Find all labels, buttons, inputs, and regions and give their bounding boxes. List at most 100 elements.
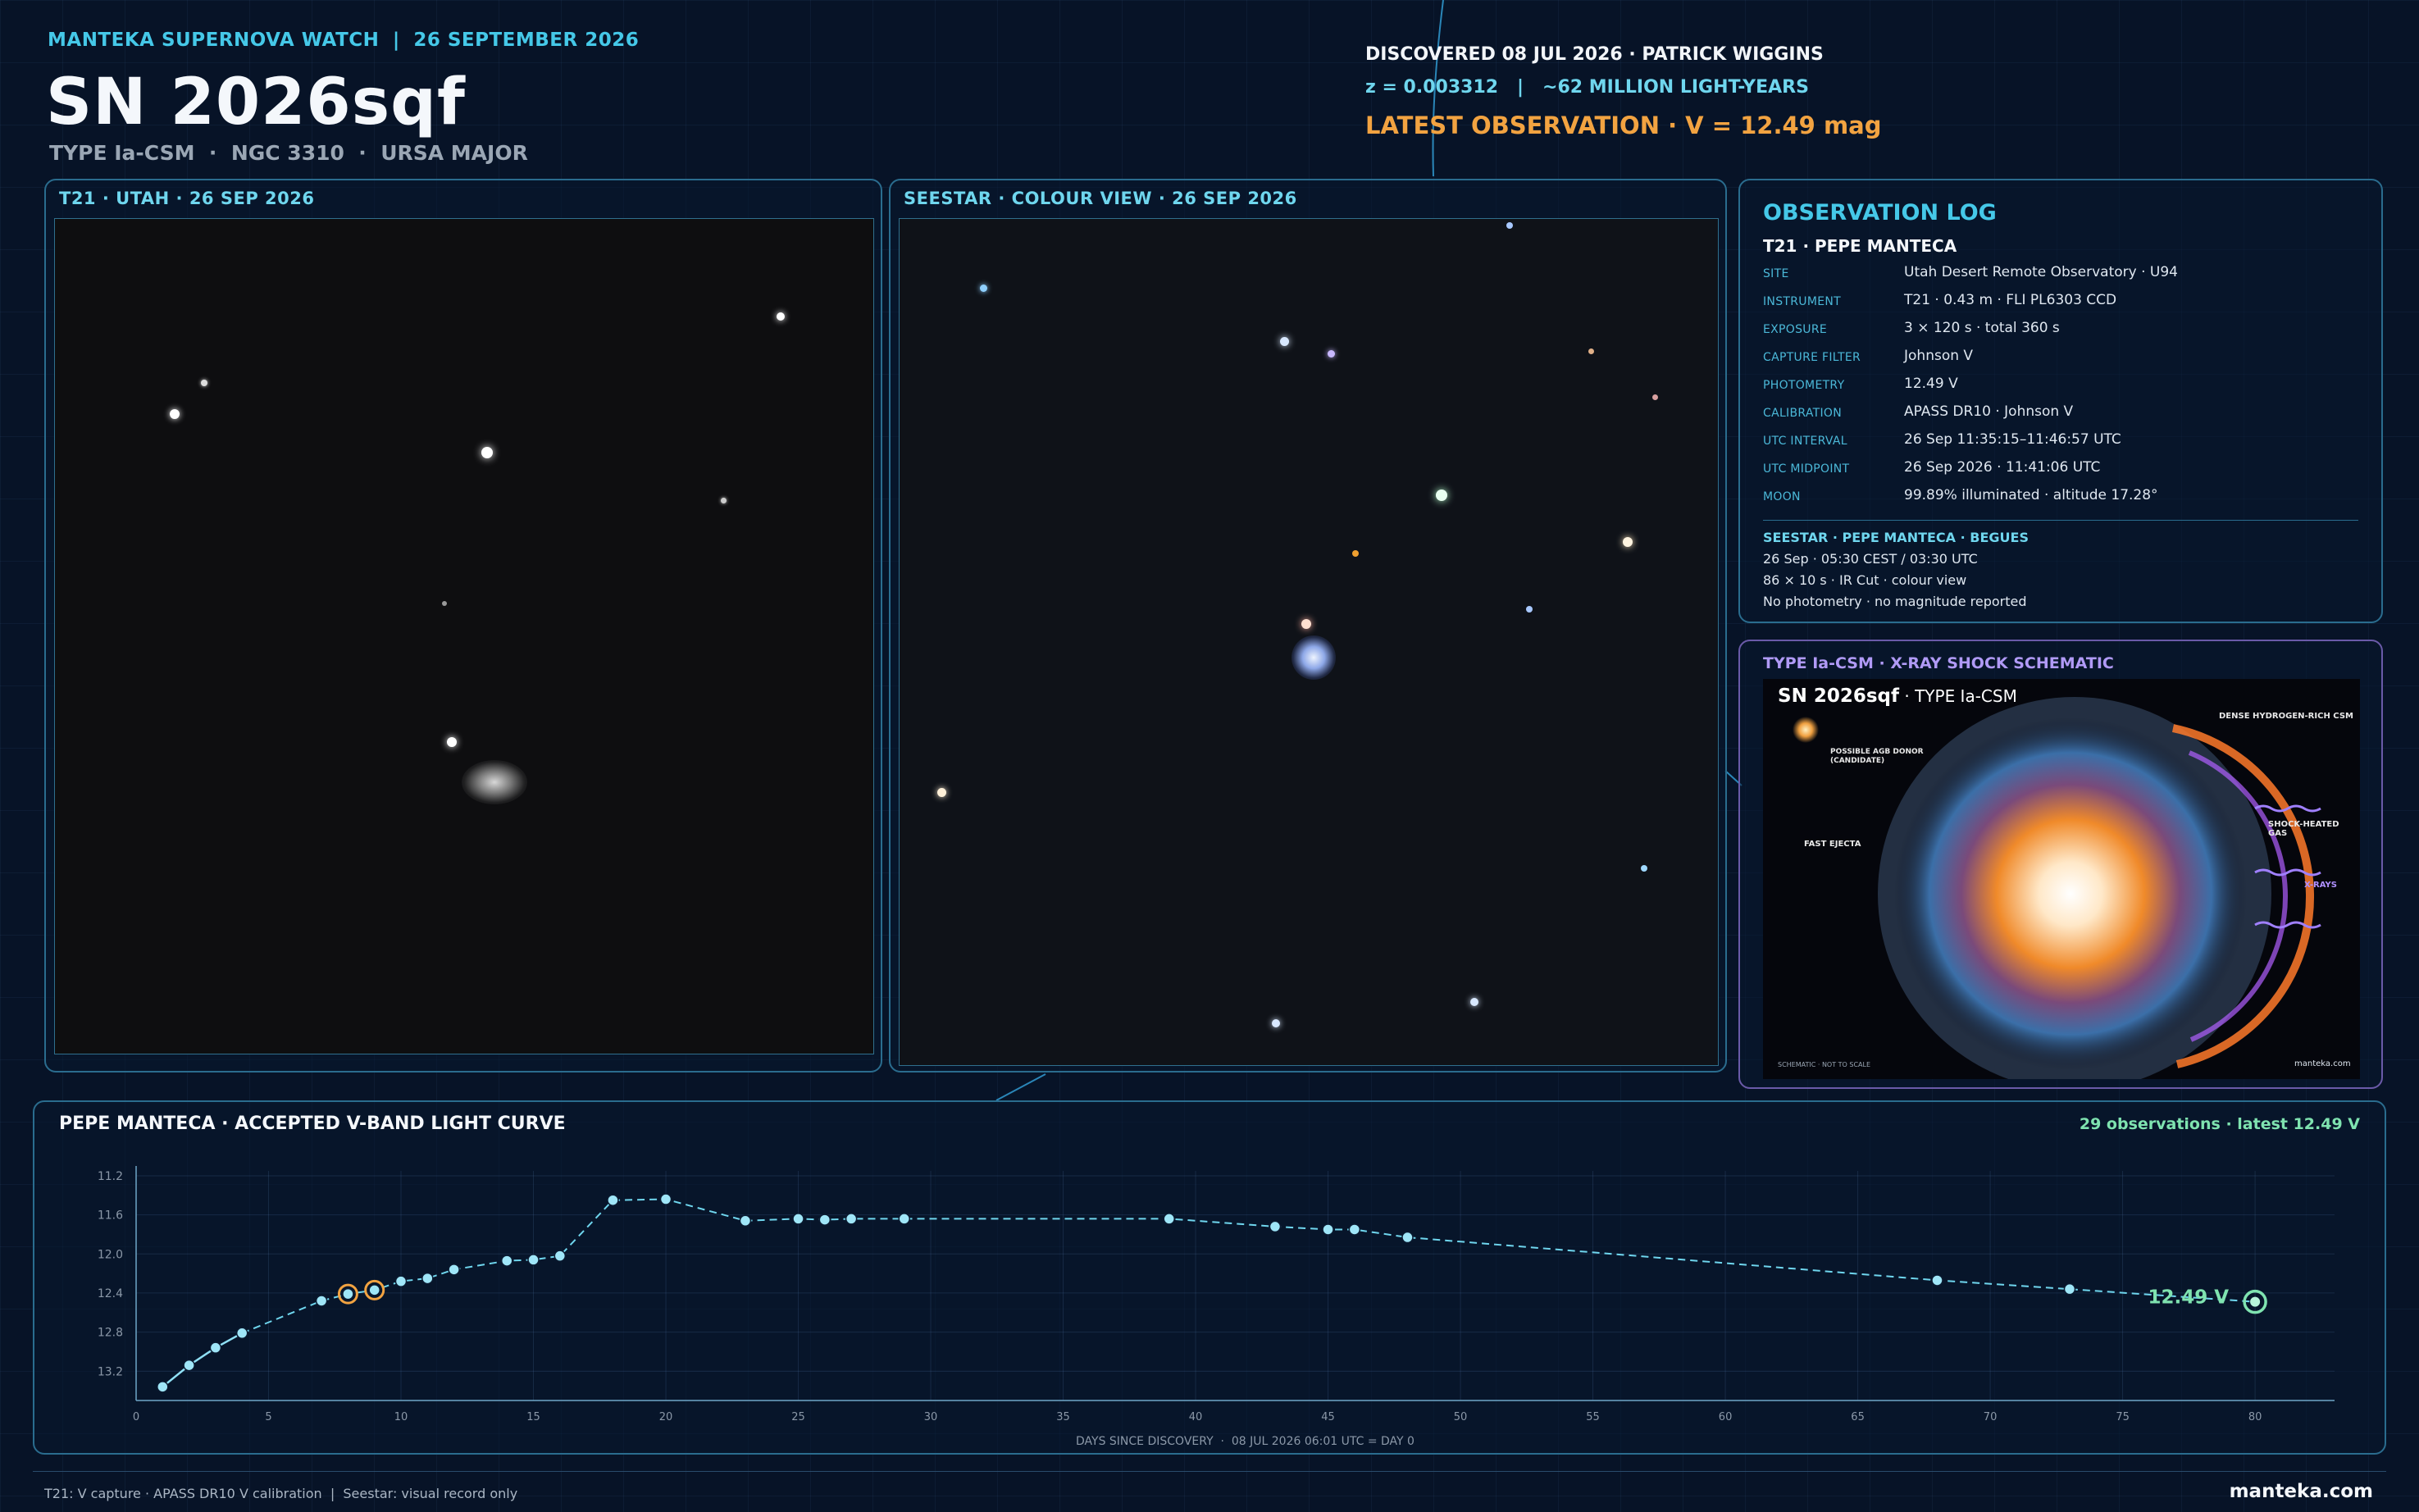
data-point	[845, 1213, 858, 1225]
schematic-note: SCHEMATIC · NOT TO SCALE	[1778, 1061, 1871, 1068]
x-tick-label: 15	[526, 1411, 540, 1423]
y-tick-label: 12.8	[98, 1327, 123, 1340]
light-curve-chart[interactable]: 0 5 10 15 20 25 30 35 40 45 50 55 60 65 70 75 80 11.2 11.6…	[34, 1102, 2388, 1455]
log-key: UTC INTERVAL	[1763, 435, 1847, 448]
log-key: CAPTURE FILTER	[1763, 351, 1861, 364]
data-point	[394, 1275, 408, 1287]
star	[1506, 222, 1513, 229]
data-point	[554, 1250, 567, 1262]
t21-panel-title: T21 · UTAH · 26 SEP 2026	[59, 189, 315, 208]
x-tick-label: 35	[1056, 1411, 1070, 1423]
redshift-line: z = 0.003312 | ~62 MILLION LIGHT-YEARS	[1365, 77, 1809, 98]
x-tick-label: 55	[1586, 1411, 1600, 1423]
star	[1328, 350, 1335, 358]
discovery-line: DISCOVERED 08 JUL 2026 · PATRICK WIGGINS	[1365, 44, 1824, 65]
data-point	[368, 1284, 380, 1296]
x-tick-label: 60	[1719, 1411, 1733, 1423]
donor-label-line1: POSSIBLE AGB DONOR	[1830, 748, 1924, 756]
log-value: APASS DR10 · Johnson V	[1904, 403, 2074, 420]
schematic-credit: manteka.com	[2294, 1059, 2351, 1068]
y-tick-label: 13.2	[98, 1365, 123, 1378]
data-point	[235, 1327, 248, 1340]
data-point	[1401, 1231, 1414, 1244]
schematic-sn-label: SN 2026sqf	[1778, 685, 1899, 707]
page-title: SN 2026sqf	[46, 66, 466, 139]
log-row-moon: MOON 99.89% illuminated · altitude 17.28°	[1763, 485, 2337, 513]
data-point	[1269, 1220, 1282, 1233]
data-point	[1931, 1274, 1943, 1287]
log-row-utc-midpoint: UTC MIDPOINT 26 Sep 2026 · 11:41:06 UTC	[1763, 458, 2337, 485]
data-point	[739, 1214, 752, 1227]
x-tick-label: 25	[791, 1411, 805, 1423]
series-line-solid	[162, 1332, 243, 1388]
log-row-photometry: PHOTOMETRY 12.49 V	[1763, 374, 2337, 402]
log-key: UTC MIDPOINT	[1763, 462, 1850, 476]
star	[1352, 550, 1359, 557]
t21-image[interactable]	[54, 218, 874, 1054]
supernova-illustration	[1793, 697, 2321, 1079]
log-value: T21 · 0.43 m · FLI PL6303 CCD	[1904, 292, 2117, 308]
y-tick-label: 11.2	[98, 1170, 123, 1183]
star	[481, 447, 493, 458]
data-point	[898, 1213, 910, 1225]
data-point	[448, 1264, 460, 1276]
star	[777, 312, 785, 321]
log-value: Utah Desert Remote Observatory · U94	[1904, 264, 2178, 280]
observation-log-panel: OBSERVATION LOG T21 · PEPE MANTECA SITE U…	[1738, 179, 2383, 623]
x-tick-label: 40	[1189, 1411, 1203, 1423]
data-point	[527, 1254, 540, 1266]
log-key: CALIBRATION	[1763, 407, 1843, 420]
seestar-log-title: SEESTAR · PEPE MANTECA · BEGUES	[1763, 530, 2029, 545]
footer-note: T21: V capture · APASS DR10 V calibratio…	[44, 1486, 518, 1501]
csm-label: DENSE HYDROGEN-RICH CSM	[2219, 712, 2353, 721]
log-title: OBSERVATION LOG	[1763, 200, 1997, 225]
latest-value-label: 12.49 V	[2148, 1287, 2230, 1309]
x-tick-label: 80	[2248, 1411, 2262, 1423]
star	[1280, 337, 1289, 346]
data-point	[1322, 1223, 1334, 1236]
data-point	[500, 1255, 513, 1267]
data-point	[1163, 1213, 1175, 1225]
star	[447, 737, 457, 747]
donor-label-line2: (CANDIDATE)	[1830, 757, 1885, 765]
seestar-log-line: 86 × 10 s · IR Cut · colour view	[1763, 572, 1967, 588]
host-galaxy	[462, 760, 527, 804]
data-point	[792, 1213, 804, 1225]
brand-line: MANTEKA SUPERNOVA WATCH | 26 SEPTEMBER 2…	[48, 30, 639, 51]
log-divider	[1763, 520, 2358, 521]
star	[980, 285, 987, 292]
data-point	[1348, 1223, 1361, 1236]
log-key: SITE	[1763, 267, 1789, 280]
latest-observation: LATEST OBSERVATION · V = 12.49 mag	[1365, 112, 1882, 139]
latest-point	[2250, 1296, 2261, 1307]
log-value: Johnson V	[1904, 348, 1974, 364]
schematic-image[interactable]: SN 2026sqf · TYPE Ia-CSM POSSIBLE AGB DO…	[1763, 679, 2360, 1079]
star	[1641, 865, 1647, 872]
x-tick-label: 65	[1851, 1411, 1865, 1423]
data-point	[2063, 1282, 2076, 1296]
log-value: 99.89% illuminated · altitude 17.28°	[1904, 487, 2158, 503]
star	[1301, 619, 1311, 629]
log-key: EXPOSURE	[1763, 323, 1828, 336]
seestar-image[interactable]	[899, 218, 1719, 1066]
x-tick-label: 30	[924, 1411, 938, 1423]
page-subtitle: TYPE Ia-CSM · NGC 3310 · URSA MAJOR	[49, 141, 528, 165]
seestar-log-line: 26 Sep · 05:30 CEST / 03:30 UTC	[1763, 551, 1978, 567]
y-tick-label: 12.4	[98, 1287, 123, 1300]
footer-divider	[33, 1471, 2386, 1472]
light-curve-panel: PEPE MANTECA · ACCEPTED V-BAND LIGHT CUR…	[33, 1100, 2386, 1455]
footer-site-link[interactable]: manteka.com	[2230, 1481, 2373, 1502]
x-tick-label: 50	[1454, 1411, 1468, 1423]
brand-separator: |	[392, 30, 400, 51]
y-tick-label: 11.6	[98, 1209, 123, 1223]
x-tick-label: 45	[1321, 1411, 1335, 1423]
data-point	[209, 1341, 222, 1354]
schematic-type-label: · TYPE Ia-CSM	[1899, 686, 2017, 706]
log-value: 3 × 120 s · total 360 s	[1904, 320, 2060, 336]
x-tick-label: 10	[394, 1411, 408, 1423]
log-row-site: SITE Utah Desert Remote Observatory · U94	[1763, 262, 2337, 290]
t21-panel: T21 · UTAH · 26 SEP 2026	[44, 179, 882, 1073]
star	[1470, 998, 1478, 1006]
star	[1588, 348, 1594, 354]
schematic-panel: TYPE Ia-CSM · X-RAY SHOCK SCHEMATIC SN 2…	[1738, 640, 2383, 1089]
